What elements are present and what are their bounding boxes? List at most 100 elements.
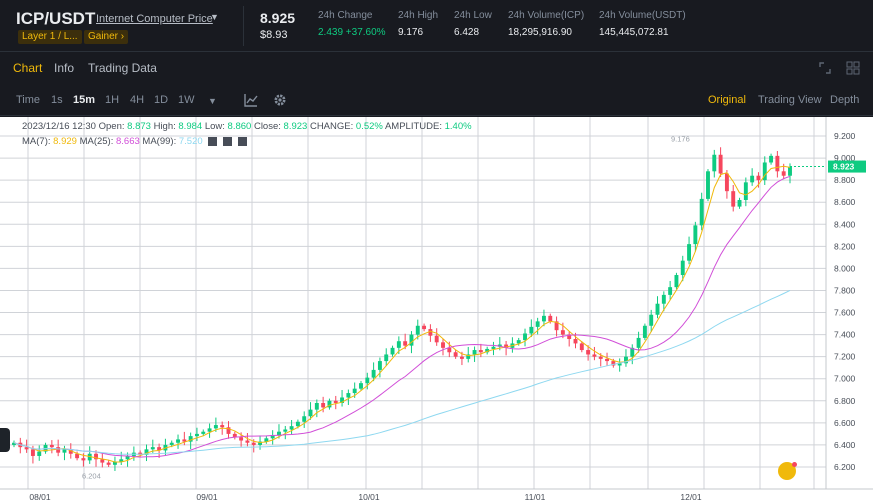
price-chart[interactable]: 9.200 9.000 8.800 8.600 8.400 8.200 8.000 7.800… [0,117,873,504]
candle-body [30,449,35,456]
candle-body [788,166,792,176]
candle-body [535,321,540,327]
interval-1d[interactable]: 1D [154,94,168,106]
candle-body [680,260,685,276]
candle-body [781,171,786,176]
tab-trading-data[interactable]: Trading Data [88,61,157,75]
stat-value-low: 6.428 [454,27,480,38]
header-divider [243,6,244,46]
tab-info[interactable]: Info [54,61,74,75]
y-tick-label: 9.200 [834,131,856,141]
stat-value-change: 2.439 +37.60% [318,27,386,38]
y-tick-label: 8.000 [834,263,856,273]
candle-body [649,314,654,326]
interval-15m[interactable]: 15m [73,94,95,106]
candle-body [706,171,710,199]
candle-body [605,358,609,362]
candle-body [49,444,54,448]
stat-label-change: 24h Change [318,10,373,21]
ohlc-legend: 2023/12/16 12:30 Open: 8.873 High: 8.984… [22,121,472,132]
tab-chart[interactable]: Chart [13,61,42,75]
candle-body [295,421,300,427]
stat-value-high: 9.176 [398,27,424,38]
category-tag[interactable]: Layer 1 / L... [18,30,82,44]
last-price-usd: $8.93 [260,29,288,41]
candle-body [743,182,748,200]
candlestick-chart-svg[interactable]: 9.2009.0008.8008.6008.4008.2008.0007.800… [0,117,873,504]
candle-body [302,416,307,422]
indicator-icon[interactable] [244,93,258,112]
stat-value-volume-usdt: 145,445,072.81 [599,27,669,38]
candle-body [396,341,401,348]
candle-body [403,341,408,346]
last-price: 8.925 [260,10,296,26]
candle-body [150,447,155,450]
candle-body [523,333,527,341]
view-original[interactable]: Original [708,94,746,106]
candle-body [718,154,723,174]
scroll-left-handle[interactable] [0,428,10,452]
view-depth[interactable]: Depth [830,94,859,106]
candle-body [459,356,464,359]
candle-body [491,346,496,349]
candle-body [529,326,534,334]
candle-body [769,155,774,163]
fullscreen-icon[interactable] [818,61,832,75]
grid-layout-icon[interactable] [846,61,860,75]
settings-icon[interactable] [222,136,232,146]
pair-dropdown-icon[interactable]: ▼ [210,12,219,22]
pair-symbol: ICP/USDT [16,9,96,28]
interval-4h[interactable]: 4H [130,94,144,106]
candle-body [37,451,42,456]
eye-icon[interactable] [208,136,218,146]
close-icon[interactable] [237,136,247,146]
candle-body [346,393,351,398]
more-intervals-icon[interactable]: ▼ [208,96,217,106]
interval-1s[interactable]: 1s [51,94,63,106]
y-tick-label: 7.000 [834,374,856,384]
legend-amplitude: 1.40% [444,121,472,132]
gainer-tag[interactable]: Gainer › [84,30,129,44]
stat-label-volume-icp: 24h Volume(ICP) [508,10,585,21]
interval-1w[interactable]: 1W [178,94,195,106]
legend-close-label: Close: [253,121,281,132]
candle-body [447,347,452,353]
x-tick-label: 12/01 [680,492,702,502]
y-tick-label: 8.600 [834,197,856,207]
candle-body [724,173,729,192]
candle-body [453,352,458,357]
candle-body [573,339,578,344]
legend-change-label: CHANGE: [309,121,354,132]
settings-gear-icon[interactable] [273,93,287,112]
candle-body [541,315,546,322]
candle-body [687,244,692,261]
candle-body [775,155,780,172]
candle-body [277,431,281,436]
candle-body [478,350,483,353]
interval-1h[interactable]: 1H [105,94,119,106]
legend-date: 2023/12/16 12:30 [22,121,96,132]
interval-time[interactable]: Time [16,94,40,106]
candle-body [415,325,420,335]
stat-label-low: 24h Low [454,10,492,21]
stat-value-volume-icp: 18,295,916.90 [508,27,572,38]
candle-body [213,425,218,429]
min-price-label: 6.204 [82,472,101,481]
legend-open: 8.873 [127,121,151,132]
legend-amplitude-label: AMPLITUDE: [384,121,442,132]
view-trading-view[interactable]: Trading View [758,94,822,106]
candle-body [661,294,666,304]
candle-body [636,337,641,348]
candle-body [737,199,742,207]
candle-body [220,425,225,428]
candle-body [333,400,338,404]
pair-info-link[interactable]: Internet Computer Price [96,13,213,25]
candle-body [239,437,244,441]
stat-label-high: 24h High [398,10,439,21]
candle-body [579,343,584,351]
candle-body [352,388,357,394]
candle-body [598,356,603,359]
candle-body [712,154,717,172]
candle-body [422,325,427,330]
candle-body [434,335,439,343]
